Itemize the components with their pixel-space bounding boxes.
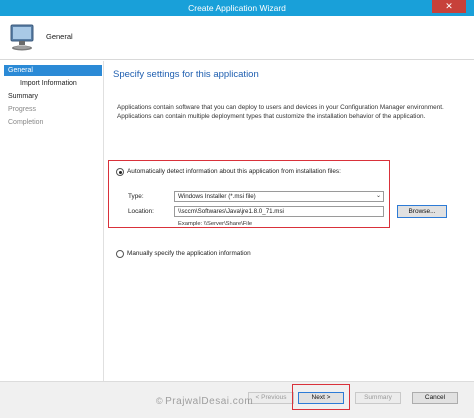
next-button-highlight	[292, 384, 350, 410]
header-title: General	[46, 32, 73, 41]
type-label: Type:	[128, 193, 144, 200]
location-example: Example: \\Server\Share\File	[178, 221, 253, 227]
copyright-symbol: ©	[156, 396, 164, 406]
wizard-nav: General Import Information Summary Progr…	[0, 61, 104, 381]
location-input[interactable]: \\sccm\Softwares\Java\jre1.8.0_71.msi	[174, 206, 384, 217]
browse-button[interactable]: Browse...	[397, 205, 447, 218]
watermark-text: PrajwalDesai.com	[165, 396, 254, 407]
nav-item-completion: Completion	[8, 119, 44, 126]
chevron-down-icon: ⌄	[375, 193, 381, 199]
summary-button[interactable]: Summary	[355, 392, 401, 404]
wizard-header: General	[0, 16, 474, 60]
computer-monitor-icon	[10, 24, 34, 51]
type-dropdown-value: Windows Installer (*.msi file)	[178, 193, 256, 200]
close-button[interactable]: ✕	[432, 0, 466, 13]
watermark: © PrajwalDesai.com	[156, 396, 253, 407]
nav-item-import-information[interactable]: Import Information	[14, 78, 102, 89]
manual-specify-label: Manually specify the application informa…	[127, 250, 251, 257]
page-description: Applications contain software that you c…	[117, 104, 444, 120]
cancel-button[interactable]: Cancel	[412, 392, 458, 404]
type-dropdown[interactable]: Windows Installer (*.msi file) ⌄	[174, 191, 384, 202]
auto-detect-radio[interactable]	[116, 168, 124, 176]
location-label: Location:	[128, 208, 154, 215]
title-bar: Create Application Wizard ✕	[0, 0, 474, 16]
nav-item-general[interactable]: General	[4, 65, 102, 76]
nav-item-summary[interactable]: Summary	[4, 91, 102, 102]
auto-detect-label: Automatically detect information about t…	[127, 168, 341, 175]
manual-specify-radio[interactable]	[116, 250, 124, 258]
page-heading: Specify settings for this application	[113, 69, 259, 80]
previous-button[interactable]: < Previous	[248, 392, 294, 404]
nav-item-progress: Progress	[8, 106, 37, 113]
window-title: Create Application Wizard	[188, 3, 286, 13]
